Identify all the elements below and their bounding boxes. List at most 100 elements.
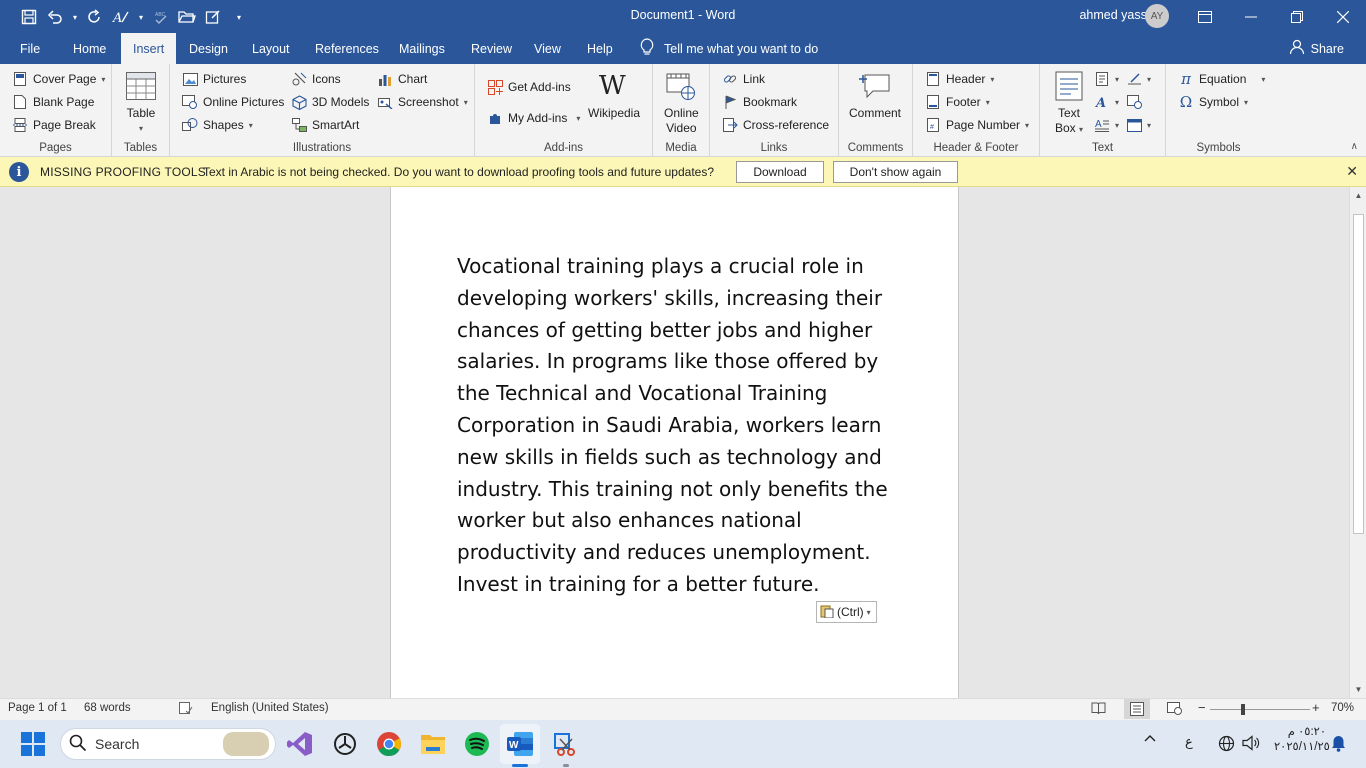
screenshot-label: Screenshot bbox=[398, 95, 459, 109]
equation-button[interactable]: π Equation ▾ bbox=[1178, 70, 1265, 88]
tab-help[interactable]: Help bbox=[575, 33, 625, 64]
tab-design[interactable]: Design bbox=[177, 33, 240, 64]
tab-home[interactable]: Home bbox=[61, 33, 118, 64]
smartart-icon bbox=[291, 117, 307, 133]
bookmark-button[interactable]: Bookmark bbox=[722, 94, 797, 110]
notification-bell-icon[interactable] bbox=[1331, 735, 1346, 755]
volume-icon[interactable] bbox=[1242, 735, 1260, 754]
shapes-button[interactable]: Shapes ▾ bbox=[182, 117, 253, 133]
zoom-slider[interactable] bbox=[1210, 709, 1310, 710]
symbol-button[interactable]: Ω Symbol ▾ bbox=[1178, 93, 1248, 111]
quick-parts-button[interactable]: ▾ bbox=[1094, 71, 1119, 87]
zoom-out-icon[interactable]: − bbox=[1198, 700, 1206, 715]
tab-insert[interactable]: Insert bbox=[121, 33, 177, 64]
tell-me-search[interactable]: Tell me what you want to do bbox=[640, 33, 818, 64]
tab-layout[interactable]: Layout bbox=[240, 33, 302, 64]
pi-icon: π bbox=[1181, 70, 1191, 88]
cover-page-button[interactable]: Cover Page ▾ bbox=[12, 71, 105, 87]
text-line: chances of getting better jobs and highe… bbox=[457, 317, 873, 342]
show-hidden-icons[interactable] bbox=[1143, 732, 1157, 749]
dont-show-again-button[interactable]: Don't show again bbox=[833, 161, 958, 183]
smartart-button[interactable]: SmartArt bbox=[291, 117, 359, 133]
online-pictures-button[interactable]: Online Pictures bbox=[182, 94, 284, 110]
signature-line-button[interactable]: ▾ bbox=[1126, 71, 1151, 87]
user-avatar[interactable]: AY bbox=[1145, 4, 1169, 28]
shapes-label: Shapes bbox=[203, 118, 244, 132]
group-header-footer: Header ▾ Footer ▾ # Page Number ▾ Header & … bbox=[913, 64, 1040, 157]
link-button[interactable]: Link bbox=[722, 71, 765, 87]
input-language-indicator[interactable]: ع bbox=[1185, 734, 1193, 750]
zoom-in-icon[interactable]: + bbox=[1312, 700, 1320, 715]
close-icon[interactable] bbox=[1320, 0, 1366, 33]
download-button[interactable]: Download bbox=[736, 161, 824, 183]
scroll-thumb[interactable] bbox=[1353, 214, 1364, 534]
language[interactable]: English (United States) bbox=[211, 702, 329, 714]
zoom-level[interactable]: 70% bbox=[1331, 702, 1354, 714]
text-box-button[interactable]: Text Box ▾ bbox=[1053, 70, 1085, 137]
clock[interactable]: ٠٥:٢٠ م ٢٠٢٥/١١/٢٥ bbox=[1274, 725, 1330, 755]
ribbon-tabs: File Home Insert Design Layout Reference… bbox=[0, 33, 1366, 64]
text-line: productivity and reduces unemployment. bbox=[457, 540, 871, 565]
restore-icon[interactable] bbox=[1274, 0, 1320, 33]
wordart-button[interactable]: A ▾ bbox=[1094, 94, 1119, 110]
windows-start-icon[interactable] bbox=[19, 730, 47, 758]
paste-options-button[interactable]: (Ctrl) ▾ bbox=[816, 601, 877, 623]
page-number-button[interactable]: # Page Number ▾ bbox=[925, 117, 1029, 133]
get-addins-label: Get Add-ins bbox=[508, 80, 571, 94]
word-count[interactable]: 68 words bbox=[84, 702, 131, 714]
close-message-icon[interactable]: ✕ bbox=[1346, 163, 1358, 180]
page-break-button[interactable]: Page Break bbox=[12, 117, 96, 133]
pictures-button[interactable]: Pictures bbox=[182, 71, 246, 87]
tab-view[interactable]: View bbox=[522, 33, 573, 64]
visual-studio-icon[interactable] bbox=[286, 730, 314, 758]
cross-reference-button[interactable]: Cross-reference bbox=[722, 117, 829, 133]
header-button[interactable]: Header ▾ bbox=[925, 71, 994, 87]
date-time-button[interactable] bbox=[1126, 94, 1142, 110]
vertical-scrollbar[interactable]: ▲ ▼ bbox=[1349, 187, 1366, 698]
group-label-illustrations: Illustrations bbox=[292, 142, 352, 154]
file-explorer-icon[interactable] bbox=[419, 730, 447, 758]
new-comment-button[interactable]: Comment bbox=[849, 70, 901, 121]
screenshot-button[interactable]: Screenshot ▾ bbox=[377, 94, 468, 110]
document-page[interactable]: Vocational training plays a crucial role… bbox=[390, 187, 959, 698]
tab-review[interactable]: Review bbox=[459, 33, 524, 64]
proofing-icon[interactable] bbox=[179, 701, 193, 718]
drop-cap-button[interactable]: A ▾ bbox=[1094, 117, 1119, 133]
page-count[interactable]: Page 1 of 1 bbox=[8, 702, 67, 714]
scroll-up-icon[interactable]: ▲ bbox=[1350, 187, 1366, 204]
scroll-down-icon[interactable]: ▼ bbox=[1350, 681, 1366, 698]
icons-button[interactable]: Icons bbox=[291, 71, 341, 87]
table-button[interactable]: Table ▾ bbox=[125, 70, 157, 136]
spotify-icon[interactable] bbox=[463, 730, 491, 758]
my-addins-button[interactable]: My Add-ins ▾ bbox=[487, 110, 580, 126]
chrome-icon[interactable] bbox=[375, 730, 403, 758]
wikipedia-button[interactable]: W Wikipedia bbox=[588, 70, 640, 121]
collapse-ribbon-icon[interactable]: ∧ bbox=[1351, 141, 1358, 152]
word-icon[interactable]: W bbox=[506, 730, 534, 758]
snipping-tool-icon[interactable] bbox=[551, 730, 579, 758]
blank-page-button[interactable]: Blank Page bbox=[12, 94, 94, 110]
tab-references[interactable]: References bbox=[303, 33, 391, 64]
share-button[interactable]: Share bbox=[1289, 33, 1344, 64]
get-addins-button[interactable]: Get Add-ins bbox=[487, 79, 571, 95]
document-body[interactable]: Vocational training plays a crucial role… bbox=[457, 251, 897, 601]
globe-icon[interactable] bbox=[1218, 735, 1235, 755]
chatgpt-icon[interactable] bbox=[331, 730, 359, 758]
read-mode-icon[interactable] bbox=[1091, 701, 1106, 718]
blank-page-icon bbox=[12, 94, 28, 110]
online-video-button[interactable]: Online Video bbox=[664, 70, 699, 136]
web-layout-icon[interactable] bbox=[1167, 701, 1182, 718]
tab-file[interactable]: File bbox=[8, 33, 52, 64]
minimize-icon[interactable] bbox=[1228, 0, 1274, 33]
chart-button[interactable]: Chart bbox=[377, 71, 427, 87]
tab-mailings[interactable]: Mailings bbox=[387, 33, 457, 64]
footer-button[interactable]: Footer ▾ bbox=[925, 94, 990, 110]
3d-models-button[interactable]: 3D Models bbox=[291, 94, 369, 110]
taskbar-search[interactable]: Search bbox=[60, 728, 276, 760]
ribbon-display-options-icon[interactable] bbox=[1182, 0, 1228, 33]
object-button[interactable]: ▾ bbox=[1126, 117, 1151, 133]
text-line: Vocational training plays a crucial role… bbox=[457, 254, 864, 278]
print-layout-icon[interactable] bbox=[1124, 699, 1150, 719]
zoom-slider-thumb[interactable] bbox=[1241, 704, 1245, 715]
svg-text:W: W bbox=[509, 740, 519, 751]
